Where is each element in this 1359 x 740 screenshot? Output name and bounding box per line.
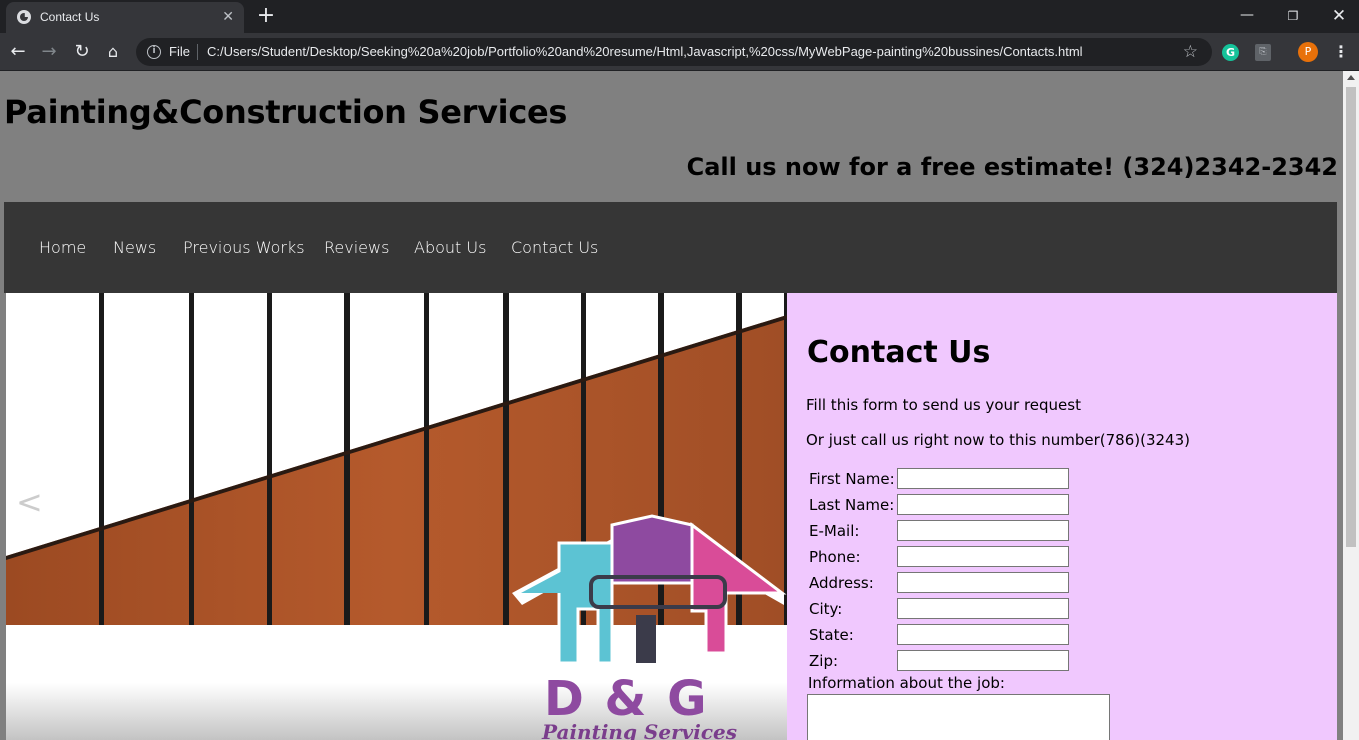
first-name-label: First Name: <box>809 470 895 488</box>
contact-call-text: Or just call us right now to this number… <box>806 431 1190 449</box>
address-bar[interactable]: i File C:/Users/Student/Desktop/Seeking%… <box>136 38 1212 66</box>
city-label: City: <box>809 600 843 618</box>
nav-about-us[interactable]: About Us <box>414 238 486 257</box>
site-title: Painting&Construction Services <box>4 93 568 131</box>
email-label: E-Mail: <box>809 522 860 540</box>
page-scrollbar[interactable] <box>1343 71 1359 740</box>
nav-news[interactable]: News <box>113 238 156 257</box>
zip-label: Zip: <box>809 652 839 670</box>
pdf-icon[interactable]: ⎘ <box>1255 44 1271 61</box>
logo-subtext: Painting Services <box>542 720 738 740</box>
maximize-icon[interactable]: ❐ <box>1270 0 1316 32</box>
nav-previous-works[interactable]: Previous Works <box>183 238 305 257</box>
nav-reviews[interactable]: Reviews <box>324 238 389 257</box>
page-viewport: Painting&Construction Services Call us n… <box>0 71 1343 740</box>
contact-panel: Contact Us Fill this form to send us you… <box>787 293 1337 740</box>
email-input[interactable] <box>897 520 1069 541</box>
back-icon[interactable]: ← <box>5 39 31 65</box>
slider-prev-arrow[interactable]: < <box>16 483 43 521</box>
scheme-divider <box>197 44 198 60</box>
state-label: State: <box>809 626 854 644</box>
city-input[interactable] <box>897 598 1069 619</box>
profile-avatar[interactable]: P <box>1298 42 1318 62</box>
call-banner: Call us now for a free estimate! (324)23… <box>686 153 1338 181</box>
forward-icon[interactable]: → <box>36 39 62 65</box>
scheme-label: File <box>169 44 190 59</box>
job-info-label: Information about the job: <box>808 674 1005 692</box>
main-navbar: Home News Previous Works Reviews About U… <box>4 202 1337 293</box>
browser-tab[interactable]: Contact Us ✕ <box>6 2 244 33</box>
close-icon[interactable]: ✕ <box>1316 0 1359 32</box>
home-icon[interactable]: ⌂ <box>100 39 126 65</box>
browser-tab-bar: Contact Us ✕ + — ❐ ✕ <box>0 0 1359 33</box>
tab-title: Contact Us <box>40 10 100 24</box>
phone-input[interactable] <box>897 546 1069 567</box>
phone-label: Phone: <box>809 548 861 566</box>
last-name-label: Last Name: <box>809 496 895 514</box>
image-slider: < D & G Painting Services <box>6 293 787 740</box>
star-icon[interactable]: ☆ <box>1183 41 1198 63</box>
last-name-input[interactable] <box>897 494 1069 515</box>
info-icon[interactable]: i <box>147 45 161 59</box>
contact-intro: Fill this form to send us your request <box>806 396 1081 414</box>
globe-icon <box>17 10 31 24</box>
contact-heading: Contact Us <box>807 335 991 370</box>
minimize-icon[interactable]: — <box>1224 0 1270 32</box>
zip-input[interactable] <box>897 650 1069 671</box>
address-label: Address: <box>809 574 874 592</box>
first-name-input[interactable] <box>897 468 1069 489</box>
new-tab-button[interactable]: + <box>253 4 279 30</box>
logo-text: D & G <box>544 671 709 727</box>
tab-close-icon[interactable]: ✕ <box>222 9 234 25</box>
reload-icon[interactable]: ↻ <box>69 39 95 65</box>
menu-icon[interactable]: ⋮ <box>1333 41 1349 63</box>
nav-home[interactable]: Home <box>39 238 86 257</box>
job-info-textarea[interactable] <box>807 694 1110 740</box>
grammarly-icon[interactable]: G <box>1222 44 1239 61</box>
address-input[interactable] <box>897 572 1069 593</box>
url-text[interactable]: C:/Users/Student/Desktop/Seeking%20a%20j… <box>207 44 1083 59</box>
scroll-thumb[interactable] <box>1346 87 1356 547</box>
scroll-up-arrow-icon[interactable] <box>1347 75 1355 80</box>
state-input[interactable] <box>897 624 1069 645</box>
browser-toolbar: ← → ↻ ⌂ i File C:/Users/Student/Desktop/… <box>0 33 1359 71</box>
nav-contact-us[interactable]: Contact Us <box>511 238 598 257</box>
